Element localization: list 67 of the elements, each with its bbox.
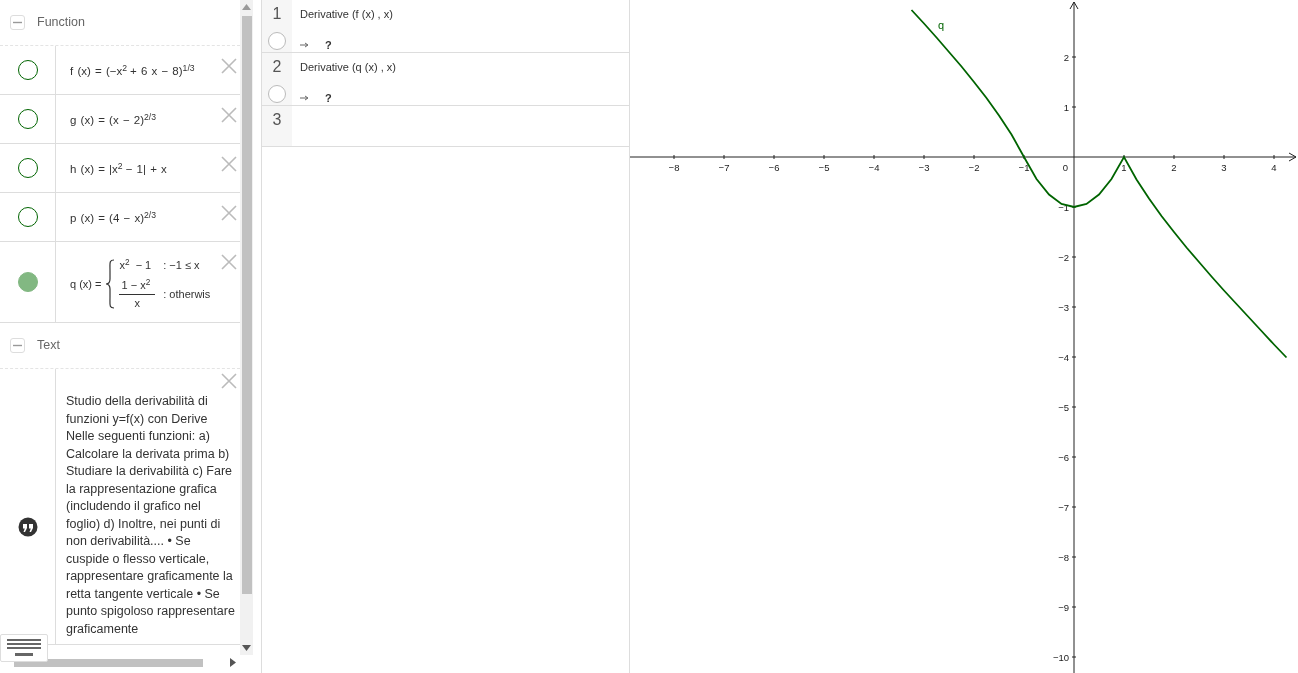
formula-text: h (x) = |x$^{2}$ − 1| + x [70,159,167,178]
arrow-icon [300,94,309,101]
delete-icon[interactable] [221,58,237,74]
case-condition: : −1 ≤ x [163,257,201,273]
tick-label: −9 [1058,601,1069,613]
horizontal-scrollbar[interactable] [14,659,203,667]
curve-label: q [938,18,945,31]
tick-label: −6 [768,162,780,173]
tick-label: −3 [1058,301,1069,313]
quote-icon [17,516,38,537]
tick-label: 3 [1221,162,1227,173]
origin-label: 0 [1062,162,1068,173]
visibility-toggle[interactable] [268,85,286,103]
tick-label: 2 [1171,162,1177,173]
arrow-icon [300,41,309,48]
tick-label: −7 [1058,501,1069,513]
row-number: 3 [272,110,282,130]
formula-text: g (x) = (x − 2)$^{2/3}$ [70,110,157,129]
group-title: Text [37,337,60,355]
scroll-up-icon[interactable] [242,4,251,10]
tick-label: −8 [668,162,680,173]
delete-icon[interactable] [221,254,237,270]
tick-label: −1 [1018,162,1030,173]
delete-icon[interactable] [221,373,237,389]
collapse-button[interactable] [10,338,25,353]
result-text: ? [325,90,332,106]
tick-label: −6 [1058,451,1069,463]
command-text: Derivative (f (x) , x) [300,7,393,22]
scrollbar-thumb[interactable] [242,16,252,594]
visibility-toggle[interactable] [268,32,286,50]
fraction-expression: 1 − x$^{2}$ x [119,277,156,312]
case-expression: x$^{2}$ − 1 [119,256,153,273]
tick-label: −5 [1058,401,1069,413]
formula-text: f (x) = (−x$^{2}$ + 6 x − 8)$^{1/3}$ [70,61,196,80]
tick-label: 1 [1121,162,1127,173]
group-title: Function [37,14,85,32]
tick-label: −5 [818,162,830,173]
collapse-button[interactable] [10,15,25,30]
tick-label: −4 [1058,351,1069,363]
command-text: Derivative (q (x) , x) [300,60,396,75]
delete-icon[interactable] [221,156,237,172]
tick-label: −2 [968,162,980,173]
scroll-down-icon[interactable] [242,645,251,651]
case-condition: : otherwis [163,287,211,302]
keyboard-button[interactable] [0,634,48,662]
tick-label: −3 [918,162,930,173]
tick-label: −4 [868,162,880,173]
delete-icon[interactable] [221,205,237,221]
vertical-scrollbar[interactable] [240,0,253,655]
keyboard-icon [7,639,41,657]
scroll-right-icon[interactable] [230,658,236,667]
tick-label: 1 [1063,101,1069,113]
tick-label: 4 [1271,162,1277,173]
result-text: ? [325,37,332,53]
formula-text: q (x) = [70,276,102,292]
tick-label: −2 [1058,251,1069,263]
visibility-toggle[interactable] [17,272,38,292]
delete-icon[interactable] [221,107,237,123]
tick-label: −10 [1052,651,1069,663]
tick-label: −8 [1058,551,1069,563]
tick-label: 2 [1063,51,1069,63]
brace-icon [105,259,116,309]
tick-label: −7 [718,162,730,173]
formula-text: p (x) = (4 − x)$^{2/3}$ [70,208,157,227]
description-text: Studio della derivabilità di funzioni y=f(x) con Derive Nelle seguenti funzioni: a) Calcolare la derivata prima b) Studiare la derivabilità c) Fare la rappresentazione grafica (includendo il grafico nel foglio) d) Inoltre, nei punti di non derivabilità.... • Se cuspide o flesso verticale, rappresentare graficamente la retta tangente verticale • Se punto spigoloso rappresentare graficamente [66,393,236,638]
row-number: 2 [272,57,282,77]
row-number: 1 [272,4,282,24]
